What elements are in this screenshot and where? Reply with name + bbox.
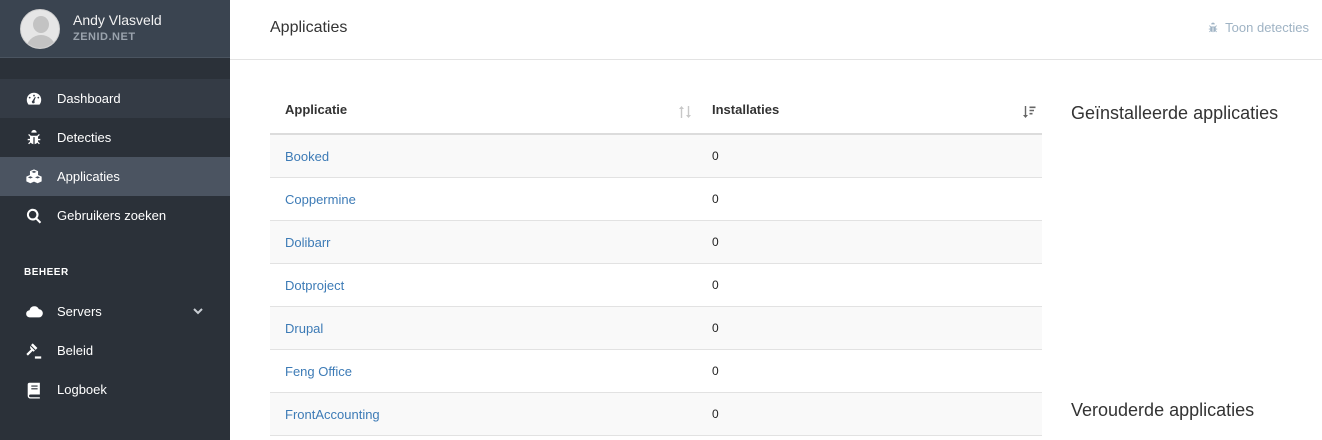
applications-table: Applicatie Installaties Booked 0 Coppermin… xyxy=(270,88,1042,436)
page-title: Applicaties xyxy=(270,19,348,36)
sort-icon[interactable] xyxy=(678,105,692,119)
avatar xyxy=(20,8,60,49)
application-link[interactable]: Dolibarr xyxy=(270,235,697,250)
user-domain: ZENID.NET xyxy=(73,31,136,43)
installations-count: 0 xyxy=(712,235,719,249)
sidebar-item-label: Dashboard xyxy=(57,91,121,106)
cloud-icon xyxy=(24,302,44,322)
application-link[interactable]: Feng Office xyxy=(270,364,697,379)
application-link[interactable]: Dotproject xyxy=(270,278,697,293)
table-row: Coppermine 0 xyxy=(270,178,1042,221)
sort-descending-icon[interactable] xyxy=(1022,105,1036,119)
column-header-installaties[interactable]: Installaties xyxy=(697,88,1042,133)
sidebar-item-label: Logboek xyxy=(57,382,107,397)
page-header: Applicaties Toon detecties xyxy=(230,0,1322,60)
installations-count: 0 xyxy=(712,407,719,421)
beheer-nav: Servers Beleid Logboek xyxy=(0,292,230,409)
bug-icon xyxy=(1208,22,1218,32)
column-header-applicatie[interactable]: Applicatie xyxy=(270,88,697,133)
gavel-icon xyxy=(24,341,44,361)
search-icon xyxy=(24,206,44,226)
sidebar: Andy Vlasveld ZENID.NET Dashboard Detect… xyxy=(0,0,230,440)
sidebar-item-label: Gebruikers zoeken xyxy=(57,208,167,223)
dashboard-icon xyxy=(24,89,44,109)
sidebar-item-label: Beleid xyxy=(57,343,94,358)
sidebar-item-label: Detecties xyxy=(57,130,112,145)
sidebar-item-label: Servers xyxy=(57,304,102,319)
installations-count: 0 xyxy=(712,321,719,335)
sidebar-item-servers[interactable]: Servers xyxy=(0,292,230,331)
toon-detecties-link[interactable]: Toon detecties xyxy=(1207,20,1309,35)
toon-detecties-label: Toon detecties xyxy=(1225,20,1309,35)
table-row: Dotproject 0 xyxy=(270,264,1042,307)
installations-count: 0 xyxy=(712,278,719,292)
sidebar-item-detecties[interactable]: Detecties xyxy=(0,118,230,157)
table-row: Dolibarr 0 xyxy=(270,221,1042,264)
application-link[interactable]: Coppermine xyxy=(270,192,697,207)
table-row: Feng Office 0 xyxy=(270,350,1042,393)
bug-icon xyxy=(24,128,44,148)
installations-count: 0 xyxy=(712,149,719,163)
section-heading-beheer: BEHEER xyxy=(24,267,69,278)
sidebar-item-gebruikers-zoeken[interactable]: Gebruikers zoeken xyxy=(0,196,230,235)
cubes-icon xyxy=(24,167,44,187)
table-row: Booked 0 xyxy=(270,135,1042,178)
chevron-down-icon[interactable] xyxy=(192,305,204,317)
user-name: Andy Vlasveld xyxy=(73,12,162,28)
table-row: Drupal 0 xyxy=(270,307,1042,350)
table-header: Applicatie Installaties xyxy=(270,88,1042,135)
book-icon xyxy=(24,380,44,400)
sidebar-item-applicaties[interactable]: Applicaties xyxy=(0,157,230,196)
main-nav: Dashboard Detecties Applicaties Gebruike… xyxy=(0,79,230,235)
application-link[interactable]: Booked xyxy=(270,149,697,164)
application-link[interactable]: FrontAccounting xyxy=(270,407,697,422)
table-body: Booked 0 Coppermine 0 Dolibarr 0 Dotproject 0 Dr… xyxy=(270,135,1042,436)
sidebar-item-beleid[interactable]: Beleid xyxy=(0,331,230,370)
outdated-applications-title: Verouderde applicaties xyxy=(1071,400,1255,420)
user-profile[interactable]: Andy Vlasveld ZENID.NET xyxy=(0,0,230,58)
sidebar-item-label: Applicaties xyxy=(57,169,120,184)
installations-count: 0 xyxy=(712,364,719,378)
installed-applications-title: Geïnstalleerde applicaties xyxy=(1071,103,1279,123)
application-link[interactable]: Drupal xyxy=(270,321,697,336)
sidebar-item-dashboard[interactable]: Dashboard xyxy=(0,79,230,118)
installations-count: 0 xyxy=(712,192,719,206)
table-row: FrontAccounting 0 xyxy=(270,393,1042,436)
sidebar-item-logboek[interactable]: Logboek xyxy=(0,370,230,409)
